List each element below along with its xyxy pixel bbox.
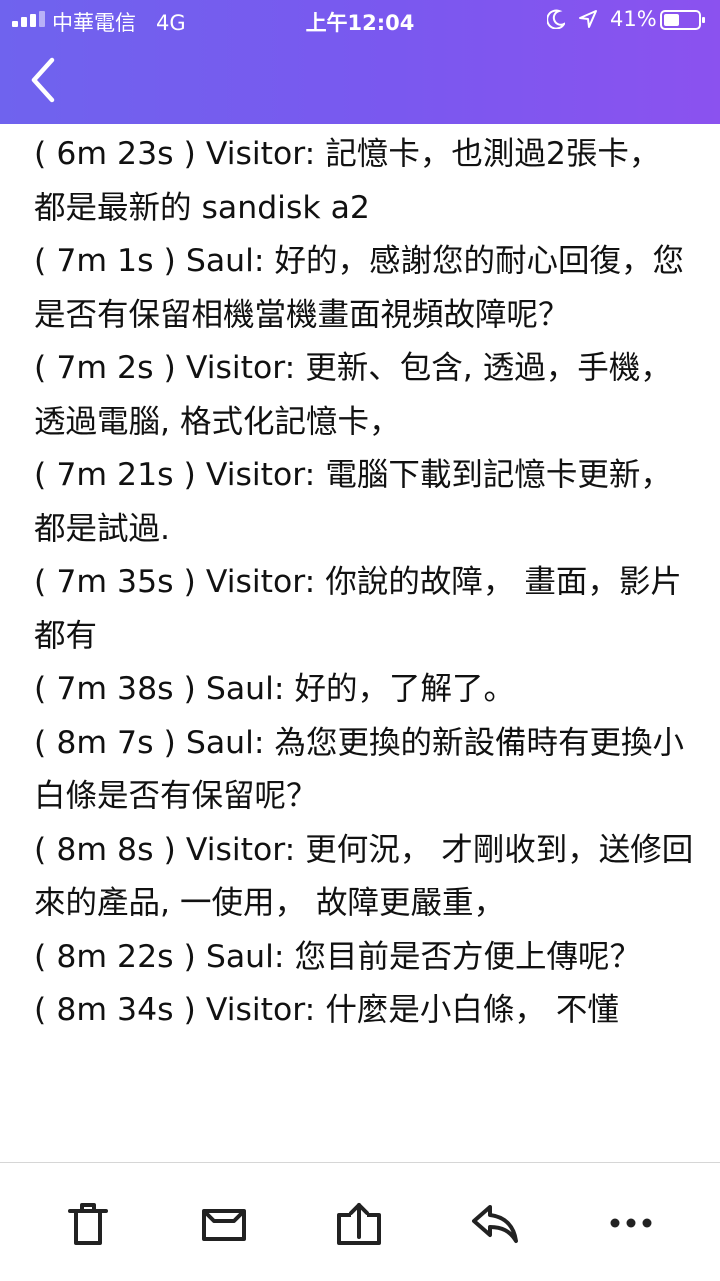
more-button[interactable] xyxy=(603,1195,659,1251)
bottom-toolbar xyxy=(0,1162,720,1281)
message-colon: : xyxy=(253,724,275,761)
chat-message: ( 8m 34s ) Visitor: 什麼是小白條， 不懂 xyxy=(34,984,694,1038)
message-speaker: Saul xyxy=(205,671,274,707)
message-timestamp: 8m 22s xyxy=(56,938,174,975)
message-speaker: Visitor xyxy=(205,992,305,1028)
battery-icon xyxy=(660,10,705,30)
message-speaker: Saul xyxy=(185,243,254,279)
message-text: 什麼是小白條， 不懂 xyxy=(325,992,619,1028)
message-prefix: ( xyxy=(34,831,57,868)
message-separator: ) xyxy=(173,992,206,1028)
message-separator: ) xyxy=(153,831,186,868)
message-speaker: Visitor xyxy=(185,831,285,868)
message-text: 您目前是否方便上傳呢？ xyxy=(294,938,642,975)
back-button[interactable] xyxy=(22,52,66,108)
message-colon: : xyxy=(284,831,306,868)
reply-button[interactable] xyxy=(466,1195,522,1251)
message-separator: ) xyxy=(173,938,206,975)
message-prefix: ( xyxy=(34,350,57,386)
message-separator: ) xyxy=(153,350,186,386)
message-separator: ) xyxy=(173,564,206,600)
message-speaker: Visitor xyxy=(185,350,285,386)
archive-button[interactable] xyxy=(196,1195,252,1251)
message-timestamp: 8m 8s xyxy=(56,831,154,868)
message-colon: : xyxy=(253,243,275,279)
message-prefix: ( xyxy=(34,724,57,761)
more-icon xyxy=(610,1218,652,1228)
message-timestamp: 7m 1s xyxy=(56,243,154,279)
message-colon: : xyxy=(273,671,295,707)
message-speaker: Saul xyxy=(205,938,274,975)
message-separator: ) xyxy=(173,457,206,493)
app-header: 中華電信 4G 上午12:04 41% xyxy=(0,0,720,124)
message-timestamp: 7m 2s xyxy=(56,350,154,386)
chat-message: ( 8m 8s ) Visitor: 更何況， 才剛收到，送修回來的產品, 一使… xyxy=(34,824,694,931)
message-colon: : xyxy=(284,350,306,386)
message-timestamp: 6m 23s xyxy=(56,136,174,172)
message-timestamp: 8m 7s xyxy=(56,724,154,761)
message-text: 好的，了解了。 xyxy=(294,671,516,707)
message-prefix: ( xyxy=(34,457,57,493)
message-colon: : xyxy=(304,992,326,1028)
message-timestamp: 7m 35s xyxy=(56,564,174,600)
message-speaker: Visitor xyxy=(205,457,305,493)
chat-transcript: ( 6m 23s ) Visitor: 記憶卡，也測過2張卡， 都是最新的 sa… xyxy=(34,128,694,1162)
message-colon: : xyxy=(273,938,295,975)
message-prefix: ( xyxy=(34,671,57,707)
message-timestamp: 7m 38s xyxy=(56,671,174,707)
move-button[interactable] xyxy=(331,1195,387,1251)
archive-icon xyxy=(202,1209,246,1241)
reply-icon xyxy=(472,1205,518,1243)
chat-message: ( 6m 23s ) Visitor: 記憶卡，也測過2張卡， 都是最新的 sa… xyxy=(34,128,694,235)
message-colon: : xyxy=(304,564,326,600)
do-not-disturb-icon xyxy=(547,9,565,29)
message-colon: : xyxy=(304,457,326,493)
message-prefix: ( xyxy=(34,136,57,172)
message-prefix: ( xyxy=(34,564,57,600)
move-to-folder-icon xyxy=(337,1203,381,1245)
battery-percent: 41% xyxy=(610,7,657,31)
chat-message: ( 7m 38s ) Saul: 好的，了解了。 xyxy=(34,663,694,717)
message-colon: : xyxy=(304,136,326,172)
message-separator: ) xyxy=(173,671,206,707)
location-arrow-icon xyxy=(579,10,597,28)
message-timestamp: 8m 34s xyxy=(56,992,174,1028)
message-separator: ) xyxy=(153,724,186,761)
message-separator: ) xyxy=(173,136,206,172)
message-speaker: Visitor xyxy=(205,136,305,172)
chat-message: ( 7m 1s ) Saul: 好的，感謝您的耐心回復，您是否有保留相機當機畫面… xyxy=(34,235,694,342)
chevron-left-icon xyxy=(31,57,55,103)
chat-message: ( 7m 2s ) Visitor: 更新、包含, 透過，手機， 透過電腦, 格… xyxy=(34,342,694,449)
message-speaker: Saul xyxy=(185,724,254,761)
message-speaker: Visitor xyxy=(205,564,305,600)
chat-message: ( 7m 35s ) Visitor: 你說的故障， 畫面，影片都有 xyxy=(34,556,694,663)
message-prefix: ( xyxy=(34,243,57,279)
message-timestamp: 7m 21s xyxy=(56,457,174,493)
chat-message: ( 8m 7s ) Saul: 為您更換的新設備時有更換小白條是否有保留呢？ xyxy=(34,717,694,824)
status-bar: 中華電信 4G 上午12:04 41% xyxy=(0,0,720,40)
trash-icon xyxy=(68,1203,108,1245)
message-prefix: ( xyxy=(34,992,57,1028)
message-separator: ) xyxy=(153,243,186,279)
delete-button[interactable] xyxy=(60,1195,116,1251)
chat-message: ( 7m 21s ) Visitor: 電腦下載到記憶卡更新， 都是試過. xyxy=(34,449,694,556)
message-prefix: ( xyxy=(34,938,57,975)
chat-message: ( 8m 22s ) Saul: 您目前是否方便上傳呢？ xyxy=(34,931,694,985)
